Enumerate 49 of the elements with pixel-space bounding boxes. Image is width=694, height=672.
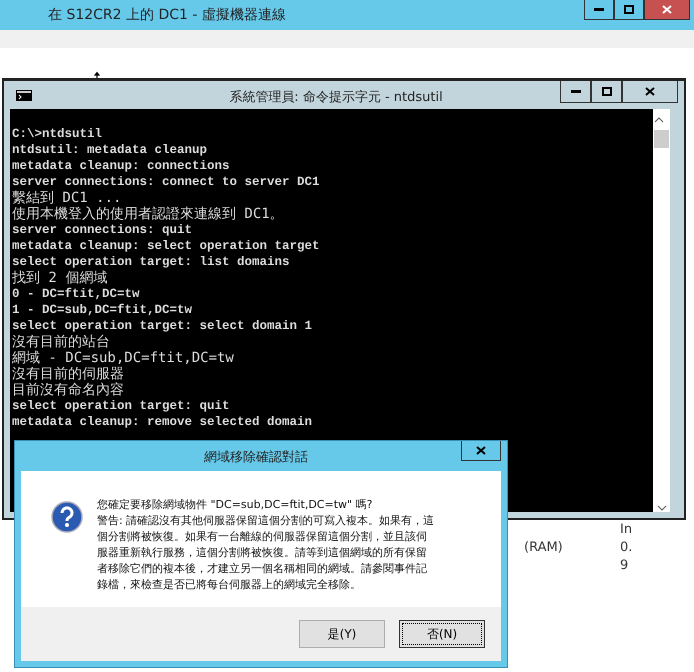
background-text: 0. <box>620 540 632 555</box>
close-icon <box>662 5 672 14</box>
scroll-down-icon[interactable] <box>656 504 666 512</box>
close-button[interactable] <box>644 0 690 20</box>
close-icon <box>476 446 486 455</box>
minimize-icon <box>570 90 580 93</box>
background-text: In <box>620 522 632 537</box>
console-line: 沒有目前的伺服器 <box>12 366 125 382</box>
console-line: ntdsutil: metadata cleanup <box>12 142 208 158</box>
close-button[interactable] <box>622 81 678 103</box>
console-line: metadata cleanup: connections <box>12 158 231 174</box>
maximize-icon <box>602 87 612 96</box>
minimize-button[interactable] <box>584 0 614 20</box>
console-line: 目前沒有命名內容 <box>12 382 125 398</box>
console-line: C:\>ntdsutil <box>12 126 104 142</box>
console-line: metadata cleanup: remove selected domain <box>12 414 314 430</box>
window-title: 在 S12CR2 上的 DC1 - 虛擬機器連線 <box>48 6 287 24</box>
close-icon <box>645 87 655 96</box>
dialog-message: 您確定要移除網域物件 "DC=sub,DC=ftit,DC=tw" 嗎? <box>97 497 374 513</box>
console-line: 使用本機登入的使用者認證來連線到 DC1。 <box>12 206 285 222</box>
console-line: 沒有目前的站台 <box>12 334 111 350</box>
background-text: (RAM) <box>524 540 563 555</box>
console-line: server connections: quit <box>12 222 194 238</box>
background-text: 9 <box>620 558 628 573</box>
maximize-icon <box>624 5 634 14</box>
scroll-thumb[interactable] <box>654 130 669 148</box>
window-title: 系統管理員: 命令提示字元 - ntdsutil <box>228 89 444 106</box>
console-line: metadata cleanup: select operation target <box>12 238 321 254</box>
console-line: 繫結到 DC1 ... <box>12 190 122 206</box>
minimize-button[interactable] <box>560 81 591 103</box>
dialog-button[interactable]: 否(N) <box>399 620 485 648</box>
scrollbar[interactable] <box>653 109 670 512</box>
console-line: select operation target: quit <box>12 398 231 414</box>
console-line: 0 - DC=ftit,DC=tw <box>12 286 141 302</box>
console-line: select operation target: list domains <box>12 254 291 270</box>
console-icon <box>16 90 32 101</box>
console-line: 找到 2 個網域 <box>12 270 108 286</box>
dialog-button[interactable]: 是(Y) <box>299 620 385 648</box>
dialog-title: 網域移除確認對話 <box>203 449 309 466</box>
scroll-up-icon[interactable] <box>654 116 664 124</box>
console-line: 網域 - DC=sub,DC=ftit,DC=tw <box>12 350 235 366</box>
console-line: 1 - DC=sub,DC=ftit,DC=tw <box>12 302 194 318</box>
console-line: server connections: connect to server DC1 <box>12 174 321 190</box>
maximize-button[interactable] <box>591 81 622 103</box>
close-button[interactable] <box>461 441 501 461</box>
dialog-message: 警告: 請確認沒有其他伺服器保留這個分割的可寫入複本。如果有，這個分割將被恢復。如果有一台離線的伺服器保留這個分割，並且該伺服器重新執行服務，這個分割將被恢復。請等到這個網域的所有保留者移除它們的複本後，才建立另一個名稱相同的網域。請參閱事件記錄檔，來檢查是否已將每台伺服器上的網域完全移除。 <box>97 513 436 593</box>
console-line: select operation target: select domain 1 <box>12 318 314 334</box>
minimize-icon <box>594 8 604 11</box>
question-icon <box>51 501 83 533</box>
